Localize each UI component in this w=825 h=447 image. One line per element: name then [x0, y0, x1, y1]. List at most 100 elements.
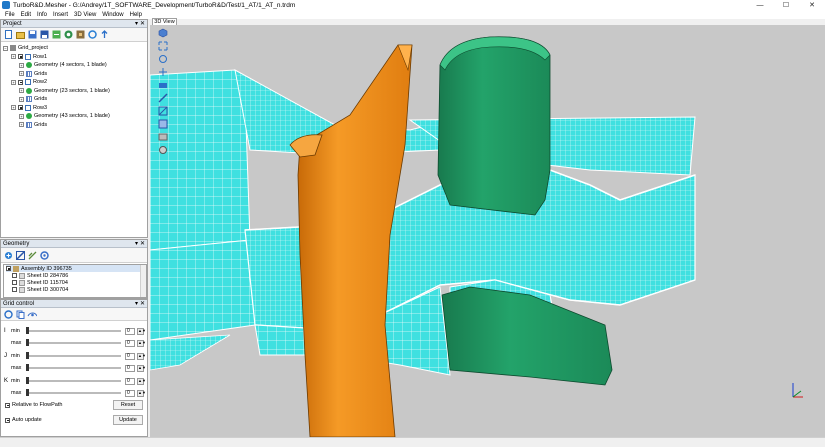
- tree-expand-icon[interactable]: +: [19, 62, 24, 68]
- grid-view-icon[interactable]: [27, 309, 37, 319]
- tree-checkbox[interactable]: [18, 54, 23, 60]
- auto-update-checkbox[interactable]: Auto update: [5, 417, 42, 423]
- grid-range-slider[interactable]: [26, 367, 121, 369]
- tree-item[interactable]: + Geometry (4 sectors, 1 blade): [3, 61, 145, 70]
- geometry-item[interactable]: Sheet ID 300704: [6, 286, 146, 293]
- update-button[interactable]: Update: [113, 415, 143, 425]
- menu-help[interactable]: Help: [127, 12, 145, 18]
- grid-range-slider-handle[interactable]: [26, 327, 29, 334]
- grid-range-slider-handle[interactable]: [26, 352, 29, 359]
- grid-range-value[interactable]: 0: [125, 339, 135, 347]
- grid-range-slider-handle[interactable]: [26, 339, 29, 346]
- refresh-icon[interactable]: [87, 30, 97, 40]
- screenshot-icon[interactable]: [158, 132, 168, 142]
- dock-float-icon[interactable]: ▾: [135, 20, 138, 27]
- maximize-button[interactable]: ☐: [773, 0, 799, 10]
- view-settings-icon[interactable]: [158, 145, 168, 155]
- 3d-viewport[interactable]: [150, 25, 825, 437]
- tree-expand-icon[interactable]: +: [19, 122, 24, 128]
- geometry-list-scrollbar[interactable]: [140, 265, 146, 297]
- dock-float-icon[interactable]: ▾: [135, 300, 138, 307]
- tree-item[interactable]: + Row1: [3, 53, 145, 62]
- geometry-settings-icon[interactable]: [39, 250, 49, 260]
- menu-3d-view[interactable]: 3D View: [71, 12, 99, 18]
- spinner-arrows-icon[interactable]: ▲▼: [137, 377, 146, 385]
- tree-checkbox[interactable]: [18, 105, 23, 111]
- tree-item[interactable]: + Grids: [3, 95, 145, 104]
- tree-expand-icon[interactable]: +: [19, 96, 24, 102]
- grid-range-slider[interactable]: [26, 330, 121, 332]
- tree-item[interactable]: + Geometry (23 sectors, 1 blade): [3, 87, 145, 96]
- spinner-arrows-icon[interactable]: ▲▼: [137, 364, 146, 372]
- tree-item[interactable]: + Grids: [3, 121, 145, 130]
- tab-3d-view[interactable]: 3D View: [152, 18, 177, 25]
- grid-range-value[interactable]: 0: [125, 389, 135, 397]
- geometry-item[interactable]: Assembly ID 396735: [6, 265, 146, 272]
- split-geometry-icon[interactable]: [27, 250, 37, 260]
- tree-expand-icon[interactable]: +: [19, 71, 24, 77]
- tree-item[interactable]: + Grids: [3, 70, 145, 79]
- grid-options-icon[interactable]: [3, 309, 13, 319]
- relative-to-flowpath-checkbox[interactable]: Relative to FlowPath: [5, 402, 62, 408]
- spinner-arrows-icon[interactable]: ▲▼: [137, 389, 146, 397]
- tree-expand-icon[interactable]: −: [3, 45, 8, 51]
- menu-file[interactable]: File: [2, 12, 18, 18]
- dock-close-icon[interactable]: ✕: [140, 300, 145, 307]
- tree-expand-icon[interactable]: +: [11, 105, 16, 111]
- fit-view-icon[interactable]: [158, 41, 168, 51]
- geometry-item-checkbox[interactable]: [6, 266, 11, 271]
- grid-range-value[interactable]: 0: [125, 377, 135, 385]
- section-view-icon[interactable]: [158, 93, 168, 103]
- tree-item[interactable]: + Row3: [3, 104, 145, 113]
- dock-float-icon[interactable]: ▾: [135, 240, 138, 247]
- mesh-settings-icon[interactable]: [63, 30, 73, 40]
- grid-range-slider[interactable]: [26, 392, 121, 394]
- geometry-item[interactable]: Sheet ID 284786: [6, 272, 146, 279]
- tree-expand-icon[interactable]: +: [11, 79, 16, 85]
- dock-close-icon[interactable]: ✕: [140, 20, 145, 27]
- geometry-item-checkbox[interactable]: [12, 273, 17, 278]
- export-icon[interactable]: [99, 30, 109, 40]
- relative-checkbox-box[interactable]: [5, 402, 10, 408]
- minimize-button[interactable]: —: [747, 0, 773, 10]
- render-mode-icon[interactable]: [158, 119, 168, 129]
- import-geometry-icon[interactable]: [51, 30, 61, 40]
- add-geometry-icon[interactable]: [3, 250, 13, 260]
- tree-item[interactable]: + Geometry (43 sectors, 1 blade): [3, 112, 145, 121]
- dock-close-icon[interactable]: ✕: [140, 240, 145, 247]
- tree-checkbox[interactable]: [18, 79, 23, 85]
- grid-copy-icon[interactable]: [15, 309, 25, 319]
- spinner-arrows-icon[interactable]: ▲▼: [137, 352, 146, 360]
- clip-plane-icon[interactable]: [158, 106, 168, 116]
- spinner-arrows-icon[interactable]: ▲▼: [137, 339, 146, 347]
- tree-item[interactable]: + Row2: [3, 78, 145, 87]
- auto-update-checkbox-box[interactable]: [5, 417, 10, 423]
- grid-range-slider-handle[interactable]: [26, 364, 29, 371]
- build-grid-icon[interactable]: [75, 30, 85, 40]
- pan-view-icon[interactable]: [158, 67, 168, 77]
- menu-edit[interactable]: Edit: [18, 12, 34, 18]
- edit-geometry-icon[interactable]: [15, 250, 25, 260]
- view-cube-icon[interactable]: [158, 28, 168, 38]
- grid-range-slider-handle[interactable]: [26, 389, 29, 396]
- close-button[interactable]: ✕: [799, 0, 825, 10]
- grid-range-slider[interactable]: [26, 380, 121, 382]
- geometry-item-checkbox[interactable]: [12, 287, 17, 292]
- tree-expand-icon[interactable]: +: [19, 88, 24, 94]
- geometry-item[interactable]: Sheet ID 115704: [6, 279, 146, 286]
- tree-expand-icon[interactable]: +: [19, 113, 24, 119]
- open-folder-icon[interactable]: [15, 30, 25, 40]
- reset-button[interactable]: Reset: [113, 400, 143, 410]
- spinner-arrows-icon[interactable]: ▲▼: [137, 327, 146, 335]
- new-file-icon[interactable]: [3, 30, 13, 40]
- tree-expand-icon[interactable]: +: [11, 54, 16, 60]
- grid-range-value[interactable]: 0: [125, 327, 135, 335]
- save-as-icon[interactable]: [39, 30, 49, 40]
- menu-insert[interactable]: Insert: [50, 12, 71, 18]
- grid-range-slider[interactable]: [26, 355, 121, 357]
- geometry-item-checkbox[interactable]: [12, 280, 17, 285]
- menu-window[interactable]: Window: [99, 12, 126, 18]
- tree-item[interactable]: − Grid_project: [3, 44, 145, 53]
- grid-range-slider[interactable]: [26, 342, 121, 344]
- grid-range-value[interactable]: 0: [125, 352, 135, 360]
